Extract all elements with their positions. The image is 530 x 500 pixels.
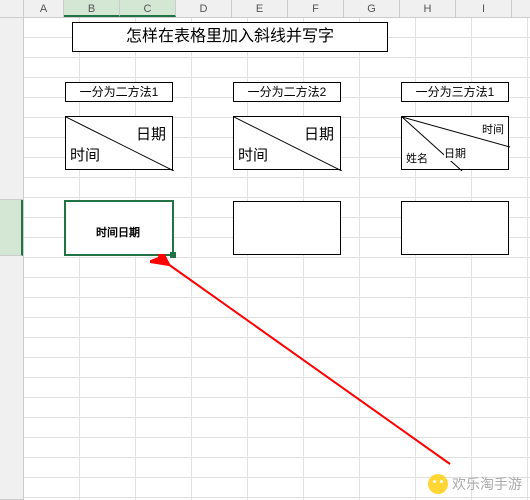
col-A[interactable]: A: [24, 0, 64, 17]
diagonal-cell-2: 日期 时间: [233, 116, 341, 170]
diag3-label-b: 日期: [444, 145, 466, 161]
active-cell-text: 时间日期: [96, 224, 140, 240]
corner-cell[interactable]: [0, 0, 24, 17]
col-F[interactable]: F: [288, 0, 344, 17]
fill-handle[interactable]: [170, 252, 176, 258]
active-cell[interactable]: 时间日期: [64, 200, 174, 256]
col-G[interactable]: G: [344, 0, 400, 17]
col-C[interactable]: C: [120, 0, 176, 17]
method-label-2: 一分为二方法2: [233, 82, 341, 102]
diag1-top-label: 日期: [136, 123, 166, 144]
diagonal-cell-1: 日期 时间: [65, 116, 173, 170]
diag3-label-a: 时间: [482, 121, 504, 137]
empty-cell-2: [233, 201, 341, 255]
diagonal-cell-3: 时间 日期 姓名: [401, 116, 509, 170]
title-cell: 怎样在表格里加入斜线并写字: [72, 22, 388, 52]
col-E[interactable]: E: [232, 0, 288, 17]
watermark-logo-icon: [428, 474, 448, 494]
method-label-1: 一分为二方法1: [65, 82, 173, 102]
column-headers: A B C D E F G H I: [0, 0, 530, 18]
col-B[interactable]: B: [64, 0, 120, 17]
diag1-bottom-label: 时间: [70, 144, 100, 165]
diag3-label-c: 姓名: [406, 150, 428, 166]
row-selected[interactable]: [0, 200, 23, 256]
watermark: 欢乐淘手游: [428, 474, 522, 494]
col-H[interactable]: H: [400, 0, 456, 17]
watermark-text: 欢乐淘手游: [452, 474, 522, 494]
diag2-top-label: 日期: [304, 123, 334, 144]
empty-cell-3: [401, 201, 509, 255]
col-D[interactable]: D: [176, 0, 232, 17]
diag2-bottom-label: 时间: [238, 144, 268, 165]
method-label-3: 一分为三方法1: [401, 82, 509, 102]
row-headers: [0, 18, 24, 500]
col-I[interactable]: I: [456, 0, 512, 17]
